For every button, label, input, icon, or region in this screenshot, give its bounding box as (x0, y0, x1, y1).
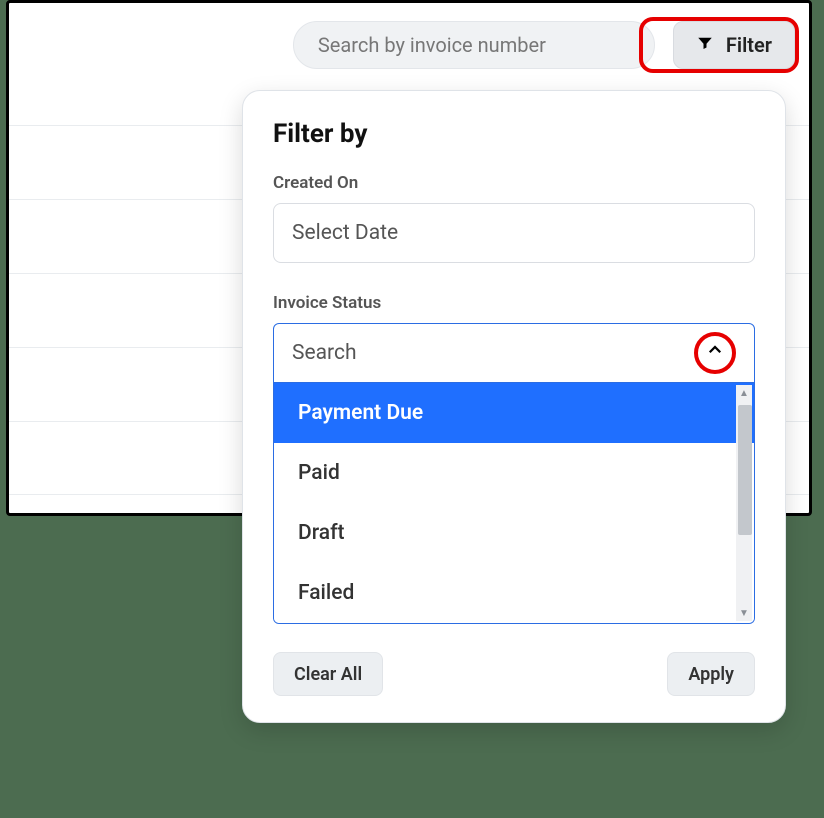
chevron-up-icon[interactable] (706, 341, 724, 365)
created-on-placeholder: Select Date (292, 221, 398, 245)
scroll-up-icon[interactable]: ▲ (737, 386, 751, 400)
filter-popover: Filter by Created On Select Date Invoice… (242, 90, 786, 723)
status-option-label: Draft (298, 521, 345, 545)
status-option-paid[interactable]: Paid (274, 443, 754, 503)
invoice-status-select[interactable]: Search (273, 323, 755, 383)
filter-button-label: Filter (726, 33, 772, 57)
filter-button[interactable]: Filter (673, 21, 795, 69)
search-placeholder-text: Search by invoice number (318, 33, 546, 57)
clear-all-label: Clear All (294, 664, 362, 685)
scroll-down-icon[interactable]: ▼ (737, 606, 751, 620)
invoice-status-options: Payment Due Paid Draft Failed ▲ ▼ (273, 383, 755, 624)
chevron-highlight (694, 332, 736, 374)
status-option-label: Failed (298, 581, 354, 605)
options-scrollbar-thumb[interactable] (738, 405, 752, 535)
toolbar: Search by invoice number Filter (9, 3, 809, 83)
status-option-payment-due[interactable]: Payment Due (274, 383, 754, 443)
invoice-status-search-placeholder: Search (292, 341, 357, 365)
filter-popover-title: Filter by (273, 119, 755, 149)
status-option-label: Payment Due (298, 401, 423, 425)
filter-popover-footer: Clear All Apply (273, 652, 755, 696)
status-option-draft[interactable]: Draft (274, 503, 754, 563)
status-option-failed[interactable]: Failed (274, 563, 754, 623)
apply-button[interactable]: Apply (667, 652, 755, 696)
clear-all-button[interactable]: Clear All (273, 652, 383, 696)
apply-label: Apply (688, 664, 734, 685)
search-input[interactable]: Search by invoice number (293, 21, 655, 69)
status-option-label: Paid (298, 461, 340, 485)
created-on-label: Created On (273, 173, 755, 193)
filter-icon (696, 33, 714, 57)
created-on-input[interactable]: Select Date (273, 203, 755, 263)
invoice-status-label: Invoice Status (273, 293, 755, 313)
